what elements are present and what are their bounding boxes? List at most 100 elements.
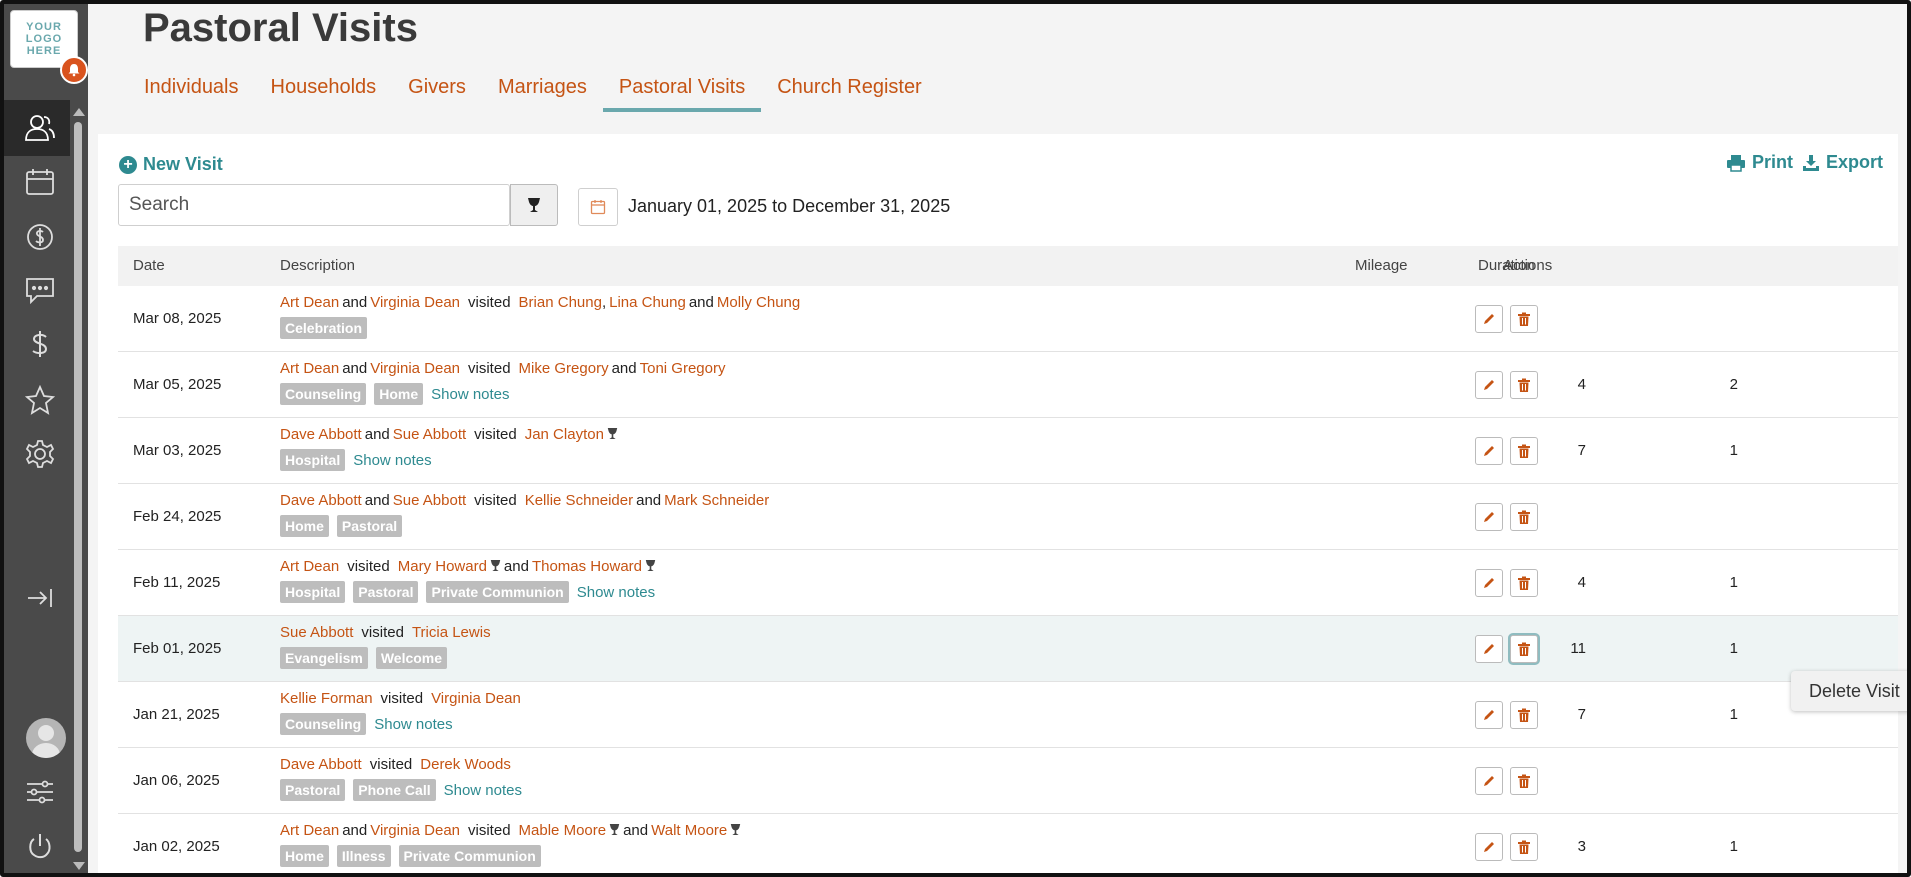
print-button[interactable]: Print [1726, 152, 1793, 173]
show-notes-link[interactable]: Show notes [374, 716, 452, 733]
visited-text: visited [468, 294, 511, 311]
table-row[interactable]: Jan 06, 2025 Dave Abbott visited Derek Wood… [118, 748, 1898, 814]
delete-visit-button[interactable] [1510, 569, 1538, 597]
bell-icon[interactable] [60, 56, 88, 84]
table-row[interactable]: Mar 03, 2025 Dave Abbott and Sue Abbott visi… [118, 418, 1898, 484]
edit-visit-button[interactable] [1475, 635, 1503, 663]
visitor-link[interactable]: Art Dean [280, 558, 339, 575]
filter-button[interactable] [510, 184, 558, 226]
visitee-link[interactable]: Mike Gregory [519, 360, 609, 377]
delete-visit-button[interactable] [1510, 701, 1538, 729]
scroll-down-icon[interactable] [73, 862, 85, 870]
star-icon[interactable] [24, 384, 56, 416]
visitor-link[interactable]: Dave Abbott [280, 756, 362, 773]
people-icon[interactable] [24, 112, 56, 144]
visitee-link[interactable]: Mary Howard [398, 558, 487, 575]
visitee-link[interactable]: Walt Moore [651, 822, 727, 839]
conjunction-text: and [342, 360, 368, 377]
tab-church-register[interactable]: Church Register [761, 70, 938, 112]
visitee-link[interactable]: Toni Gregory [640, 360, 726, 377]
visitee-link[interactable]: Jan Clayton [525, 426, 604, 443]
delete-visit-button[interactable] [1510, 833, 1538, 861]
scroll-up-icon[interactable] [73, 108, 85, 116]
edit-visit-button[interactable] [1475, 767, 1503, 795]
gear-icon[interactable] [24, 438, 56, 470]
dollar-icon[interactable] [24, 328, 56, 360]
tab-pastoral-visits[interactable]: Pastoral Visits [602, 70, 762, 112]
visitor-link[interactable]: Dave Abbott [280, 426, 362, 443]
visitor-link[interactable]: Virginia Dean [370, 294, 460, 311]
visitee-link[interactable]: Lina Chung [609, 294, 686, 311]
visit-description: Art Dean and Virginia Dean visited Mike Greg… [280, 360, 725, 405]
visitor-link[interactable]: Art Dean [280, 294, 339, 311]
visitor-link[interactable]: Virginia Dean [370, 822, 460, 839]
edit-visit-button[interactable] [1475, 437, 1503, 465]
delete-visit-button[interactable] [1510, 635, 1538, 663]
table-row[interactable]: Mar 08, 2025 Art Dean and Virginia Dean visi… [118, 286, 1898, 352]
visitee-link[interactable]: Mable Moore [519, 822, 607, 839]
visitor-link[interactable]: Sue Abbott [280, 624, 353, 641]
edit-visit-button[interactable] [1475, 305, 1503, 333]
visitee-link[interactable]: Kellie Schneider [525, 492, 633, 509]
visitee-link[interactable]: Derek Woods [420, 756, 511, 773]
table-row[interactable]: Mar 05, 2025 Art Dean and Virginia Dean visi… [118, 352, 1898, 418]
tab-givers[interactable]: Givers [392, 70, 482, 112]
date-range-text[interactable]: January 01, 2025 to December 31, 2025 [628, 196, 950, 217]
show-notes-link[interactable]: Show notes [431, 386, 509, 403]
calendar-icon[interactable] [24, 166, 56, 198]
table-row[interactable]: Feb 01, 2025 Sue Abbott visited Tricia Lewi… [118, 616, 1898, 682]
donation-icon[interactable] [24, 220, 56, 252]
visitor-link[interactable]: Art Dean [280, 360, 339, 377]
delete-visit-button[interactable] [1510, 305, 1538, 333]
visitor-link[interactable]: Virginia Dean [370, 360, 460, 377]
chat-icon[interactable] [24, 274, 56, 306]
delete-visit-button[interactable] [1510, 437, 1538, 465]
col-mileage[interactable]: Mileage [1355, 257, 1408, 274]
visitor-link[interactable]: Kellie Forman [280, 690, 373, 707]
trash-icon [1517, 510, 1531, 525]
visitee-link[interactable]: Brian Chung [519, 294, 602, 311]
show-notes-link[interactable]: Show notes [444, 782, 522, 799]
visitee-link[interactable]: Mark Schneider [664, 492, 769, 509]
delete-visit-button[interactable] [1510, 503, 1538, 531]
edit-visit-button[interactable] [1475, 371, 1503, 399]
show-notes-link[interactable]: Show notes [353, 452, 431, 469]
tab-individuals[interactable]: Individuals [128, 70, 255, 112]
avatar[interactable] [26, 718, 66, 758]
search-input[interactable] [118, 184, 510, 226]
visit-description: Art Dean and Virginia Dean visited Mable Moo… [280, 822, 741, 867]
visitor-link[interactable]: Dave Abbott [280, 492, 362, 509]
edit-visit-button[interactable] [1475, 569, 1503, 597]
edit-visit-button[interactable] [1475, 503, 1503, 531]
duration-value: 1 [1729, 838, 1738, 855]
show-notes-link[interactable]: Show notes [577, 584, 655, 601]
export-button[interactable]: Export [1802, 152, 1883, 173]
date-picker-button[interactable] [578, 188, 618, 226]
sliders-icon[interactable] [24, 776, 56, 808]
visitee-link[interactable]: Molly Chung [717, 294, 800, 311]
table-row[interactable]: Jan 02, 2025 Art Dean and Virginia Dean visi… [118, 814, 1898, 873]
visitor-link[interactable]: Sue Abbott [393, 492, 466, 509]
visitee-link[interactable]: Virginia Dean [431, 690, 521, 707]
delete-visit-button[interactable] [1510, 371, 1538, 399]
table-row[interactable]: Feb 24, 2025 Dave Abbott and Sue Abbott visi… [118, 484, 1898, 550]
delete-visit-button[interactable] [1510, 767, 1538, 795]
table-row[interactable]: Feb 11, 2025 Art Dean visited Mary Howard an… [118, 550, 1898, 616]
collapse-icon[interactable] [24, 582, 56, 614]
tag-badge: Private Communion [398, 845, 541, 867]
visitor-link[interactable]: Sue Abbott [393, 426, 466, 443]
col-date[interactable]: Date [133, 257, 165, 274]
col-description[interactable]: Description [280, 257, 355, 274]
power-icon[interactable] [24, 830, 56, 862]
tab-marriages[interactable]: Marriages [482, 70, 603, 112]
edit-visit-button[interactable] [1475, 833, 1503, 861]
tab-households[interactable]: Households [255, 70, 393, 112]
visit-tags: Hospital Show notes [280, 449, 618, 471]
visitor-link[interactable]: Art Dean [280, 822, 339, 839]
edit-visit-button[interactable] [1475, 701, 1503, 729]
visitee-link[interactable]: Thomas Howard [532, 558, 642, 575]
visitee-link[interactable]: Tricia Lewis [412, 624, 491, 641]
sidebar-scroll-thumb[interactable] [74, 122, 82, 852]
new-visit-button[interactable]: + New Visit [119, 154, 223, 175]
table-row[interactable]: Jan 21, 2025 Kellie Forman visited Virginia… [118, 682, 1898, 748]
